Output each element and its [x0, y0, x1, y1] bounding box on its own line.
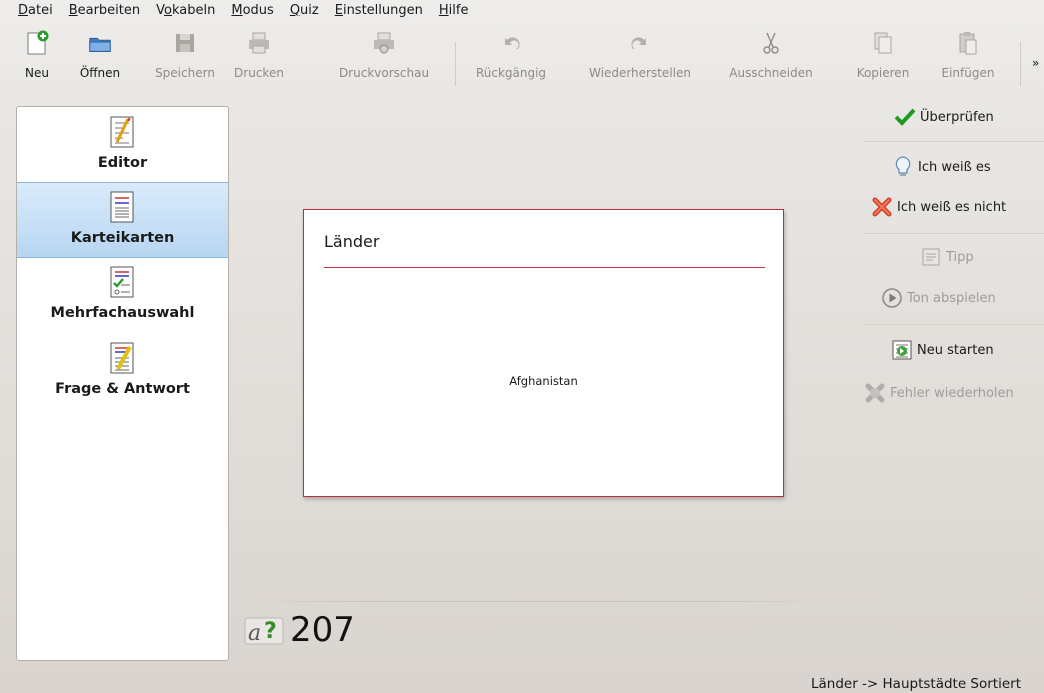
- flashcards-icon: [106, 190, 140, 224]
- counter-value: 207: [290, 610, 355, 650]
- open-folder-icon: [87, 30, 113, 56]
- action-separator: [864, 324, 1044, 325]
- vocabulary-counter: a? 207: [244, 610, 355, 650]
- menu-vokabeln[interactable]: Vokabeln: [148, 0, 223, 22]
- card-title: Länder: [324, 232, 380, 251]
- hint-icon: [919, 245, 943, 269]
- toolbar-separator: [455, 42, 456, 86]
- redo-arrow-icon: [627, 30, 653, 56]
- play-icon: [880, 286, 904, 310]
- lightbulb-icon: [891, 155, 915, 179]
- question-answer-icon: [106, 341, 140, 375]
- repeat-errors-button[interactable]: Fehler wiederholen: [863, 379, 1014, 407]
- status-bar-text: Länder -> Hauptstädte Sortiert: [810, 676, 1021, 692]
- menu-bearbeiten[interactable]: Bearbeiten: [61, 0, 148, 22]
- printer-icon: [246, 30, 272, 56]
- copy-button[interactable]: Kopieren: [849, 26, 917, 98]
- card-divider: [324, 267, 765, 268]
- mode-editor[interactable]: Editor: [17, 115, 228, 183]
- restart-icon: [890, 338, 914, 362]
- toolbar-overflow-button[interactable]: »: [1032, 56, 1044, 70]
- redo-button[interactable]: Wiederherstellen: [575, 26, 705, 98]
- print-preview-button[interactable]: Druckvorschau: [325, 26, 443, 98]
- new-document-icon: [24, 30, 50, 56]
- copy-icon: [870, 30, 896, 56]
- flashcard: Länder Afghanistan: [303, 209, 784, 497]
- repeat-errors-icon: [863, 381, 887, 405]
- menu-modus[interactable]: Modus: [223, 0, 281, 22]
- hint-button[interactable]: Tipp: [919, 243, 974, 271]
- editor-icon: [106, 115, 140, 149]
- open-button[interactable]: Öffnen: [71, 26, 129, 98]
- print-preview-icon: [371, 30, 397, 56]
- action-separator: [864, 233, 1044, 234]
- footer-divider: [255, 601, 825, 602]
- check-button[interactable]: Überprüfen: [893, 103, 994, 131]
- new-button[interactable]: Neu: [17, 26, 57, 98]
- checkmark-icon: [893, 105, 917, 129]
- save-button[interactable]: Speichern: [145, 26, 225, 98]
- card-word: Afghanistan: [509, 374, 578, 388]
- menu-einstellungen[interactable]: Einstellungen: [327, 0, 431, 22]
- dont-know-button[interactable]: Ich weiß es nicht: [870, 193, 1006, 221]
- paste-button[interactable]: Einfügen: [933, 26, 1003, 98]
- action-separator: [864, 141, 1044, 142]
- menu-bar: Datei Bearbeiten Vokabeln Modus Quiz Ein…: [0, 0, 1044, 22]
- menu-datei[interactable]: Datei: [10, 0, 61, 22]
- restart-button[interactable]: Neu starten: [890, 336, 994, 364]
- print-button[interactable]: Drucken: [229, 26, 289, 98]
- mode-karteikarten[interactable]: Karteikarten: [17, 182, 228, 258]
- menu-quiz[interactable]: Quiz: [282, 0, 327, 22]
- red-cross-icon: [870, 195, 894, 219]
- vocab-question-icon: a?: [244, 611, 286, 649]
- save-disk-icon: [172, 30, 198, 56]
- mode-frage-antwort[interactable]: Frage & Antwort: [17, 341, 228, 409]
- svg-text:a: a: [248, 621, 261, 645]
- main-toolbar: Neu Öffnen Speichern Drucken Druckvorsch…: [0, 26, 1044, 102]
- scissors-icon: [758, 30, 784, 56]
- play-sound-button[interactable]: Ton abspielen: [880, 284, 996, 312]
- undo-arrow-icon: [498, 30, 524, 56]
- cut-button[interactable]: Ausschneiden: [707, 26, 835, 98]
- know-button[interactable]: Ich weiß es: [891, 153, 991, 181]
- multiple-choice-icon: [106, 265, 140, 299]
- paste-clipboard-icon: [955, 30, 981, 56]
- mode-sidebar: Editor Karteikarten Mehrfachauswahl Frag…: [16, 106, 229, 661]
- mode-mehrfachauswahl[interactable]: Mehrfachauswahl: [17, 265, 228, 333]
- toolbar-separator: [1020, 42, 1021, 86]
- svg-text:?: ?: [264, 619, 277, 644]
- undo-button[interactable]: Rückgängig: [465, 26, 557, 98]
- menu-hilfe[interactable]: Hilfe: [431, 0, 477, 22]
